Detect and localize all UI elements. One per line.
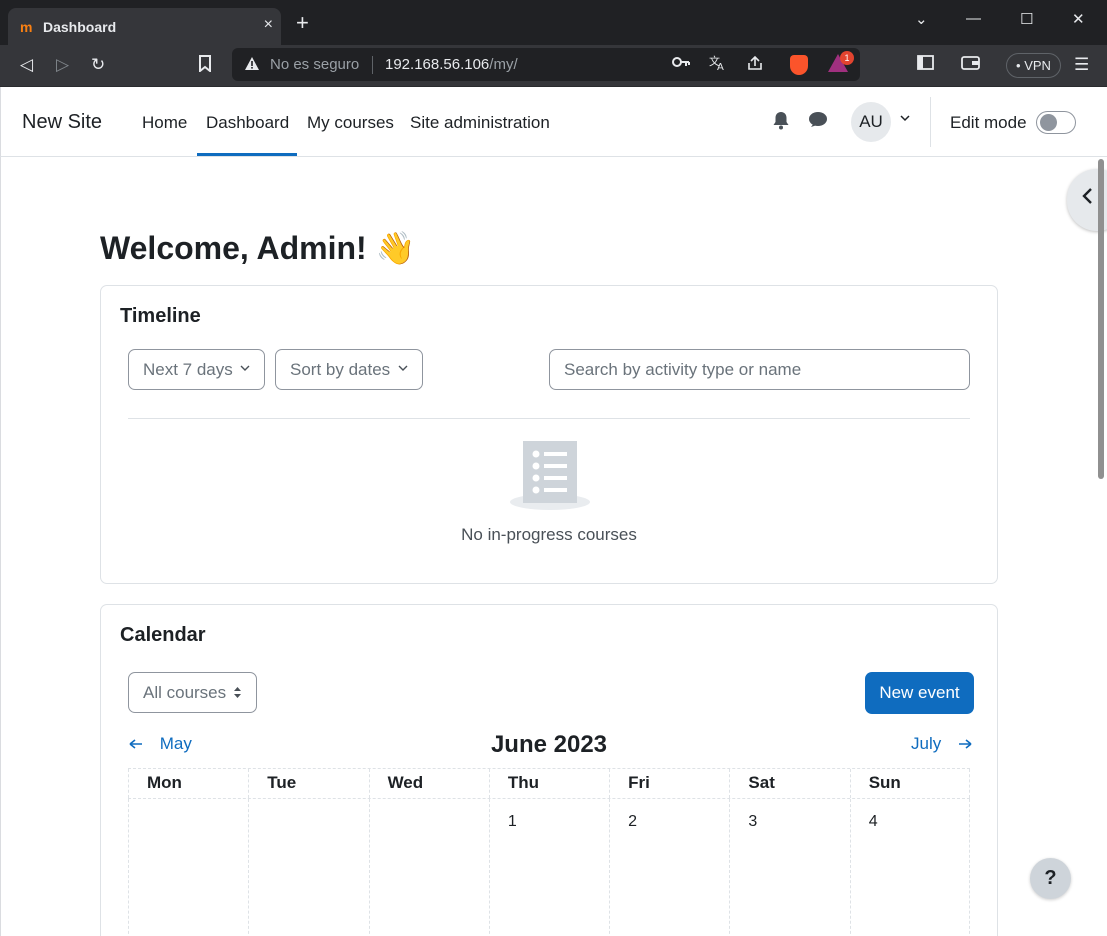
calendar-week-row: 1 2 3 4 [128, 799, 970, 936]
timeline-sort-select[interactable]: Sort by dates [275, 349, 423, 390]
calendar-course-value: All courses [143, 683, 227, 702]
nav-site-administration[interactable]: Site administration [410, 113, 550, 133]
chevron-down-icon [398, 350, 408, 389]
calendar-day-cell[interactable]: 3 [729, 799, 849, 936]
moodle-favicon-icon: m [20, 19, 32, 35]
nav-home[interactable]: Home [142, 113, 187, 133]
site-navbar: New Site Home Dashboard My courses Site … [0, 87, 1107, 157]
user-menu-chevron-down-icon[interactable] [900, 111, 910, 125]
weekday-mon: Mon [128, 769, 248, 798]
minimize-button[interactable]: — [966, 10, 981, 27]
url-host: 192.168.56.106 [385, 56, 490, 73]
sidebar-icon[interactable] [917, 55, 934, 75]
active-nav-indicator [197, 153, 297, 156]
vpn-button[interactable]: • VPN [1006, 53, 1061, 78]
edit-mode-label: Edit mode [950, 113, 1027, 132]
reload-icon[interactable]: ↻ [91, 55, 105, 75]
browser-menu-icon[interactable]: ☰ [1074, 55, 1089, 75]
forward-icon[interactable]: ▷ [56, 55, 69, 75]
help-button[interactable]: ? [1030, 858, 1071, 899]
address-bar[interactable]: No es seguro 192.168.56.106/my/ 文A 1 [232, 48, 860, 81]
page-scrollbar[interactable] [1098, 159, 1104, 479]
url-text[interactable]: 192.168.56.106/my/ [385, 56, 518, 73]
day-number: 2 [628, 813, 638, 830]
weekday-thu: Thu [488, 769, 609, 798]
browser-titlebar: m Dashboard × + ⌄ — ☐ ✕ [0, 0, 1107, 45]
weekday-fri: Fri [609, 769, 729, 798]
nav-dashboard[interactable]: Dashboard [206, 113, 289, 133]
page-title: Welcome, Admin! 👋 [100, 230, 416, 266]
brave-shields-icon[interactable] [790, 55, 808, 75]
navbar-divider [930, 97, 931, 147]
chevron-left-icon [1081, 187, 1093, 211]
site-name[interactable]: New Site [22, 111, 102, 134]
security-status[interactable]: No es seguro [270, 56, 359, 73]
wallet-icon[interactable] [961, 55, 980, 75]
weekday-wed: Wed [368, 769, 489, 798]
tab-title: Dashboard [43, 19, 117, 35]
calendar-day-cell[interactable]: 2 [609, 799, 729, 936]
calendar-next-month-link[interactable]: July [911, 734, 972, 754]
nav-my-courses[interactable]: My courses [307, 113, 394, 133]
weekday-sun: Sun [849, 769, 970, 798]
timeline-block: Timeline Next 7 days Sort by dates Searc… [100, 285, 998, 584]
calendar-day-cell[interactable] [128, 799, 248, 936]
warning-icon[interactable] [244, 56, 260, 74]
calendar-course-select[interactable]: All courses [128, 672, 257, 713]
day-number: 3 [748, 813, 758, 830]
calendar-day-cell[interactable] [248, 799, 368, 936]
calendar-title: Calendar [120, 624, 206, 646]
tab-search-chevron-icon[interactable]: ⌄ [915, 10, 928, 28]
browser-toolbar: ◁ ▷ ↻ No es seguro 192.168.56.106/my/ 文A… [0, 45, 1107, 87]
bookmark-icon[interactable] [198, 55, 212, 78]
notifications-bell-icon[interactable] [772, 111, 790, 135]
calendar-current-month: June 2023 [490, 731, 608, 758]
new-event-button[interactable]: New event [865, 672, 974, 714]
user-avatar[interactable]: AU [851, 102, 891, 142]
url-path: /my/ [489, 56, 518, 73]
empty-courses-illustration-icon [509, 441, 591, 513]
timeline-title: Timeline [120, 305, 201, 327]
maximize-button[interactable]: ☐ [1020, 10, 1033, 28]
weekday-tue: Tue [248, 769, 368, 798]
calendar-grid: Mon Tue Wed Thu Fri Sat Sun 1 2 3 4 [128, 768, 970, 936]
close-window-button[interactable]: ✕ [1072, 10, 1085, 28]
timeline-empty-message: No in-progress courses [461, 525, 637, 544]
weekday-sat: Sat [729, 769, 849, 798]
day-number: 1 [507, 813, 517, 830]
address-divider [372, 56, 373, 74]
translate-icon[interactable]: 文A [709, 54, 727, 75]
share-icon[interactable] [746, 55, 764, 75]
timeline-sort-value: Sort by dates [290, 360, 391, 379]
next-month-label: July [911, 734, 942, 753]
day-number: 4 [868, 813, 878, 830]
tab-close-icon[interactable]: × [264, 16, 273, 34]
calendar-day-cell[interactable]: 4 [849, 799, 970, 936]
new-tab-button[interactable]: + [296, 12, 309, 34]
calendar-day-cell[interactable]: 1 [488, 799, 609, 936]
timeline-divider [128, 418, 970, 419]
timeline-range-select[interactable]: Next 7 days [128, 349, 265, 390]
messages-icon[interactable] [808, 111, 828, 134]
toggle-knob [1040, 114, 1057, 131]
back-icon[interactable]: ◁ [20, 55, 33, 75]
edit-mode-toggle[interactable] [1036, 111, 1076, 134]
timeline-range-value: Next 7 days [143, 360, 233, 379]
timeline-search-input[interactable] [549, 349, 970, 390]
sort-arrows-icon [233, 673, 242, 712]
svg-text:A: A [717, 62, 724, 71]
calendar-weekday-header: Mon Tue Wed Thu Fri Sat Sun [128, 769, 970, 799]
arrow-right-icon [958, 734, 972, 753]
key-icon[interactable] [672, 55, 690, 72]
rewards-badge: 1 [840, 51, 854, 65]
browser-tab-dashboard[interactable]: m Dashboard × [8, 8, 281, 45]
chevron-down-icon [240, 350, 250, 389]
calendar-block: Calendar All courses New event May June … [100, 604, 998, 936]
calendar-day-cell[interactable] [368, 799, 489, 936]
vpn-label: VPN [1024, 58, 1051, 73]
page-content: Welcome, Admin! 👋 Timeline Next 7 days S… [0, 157, 1107, 936]
